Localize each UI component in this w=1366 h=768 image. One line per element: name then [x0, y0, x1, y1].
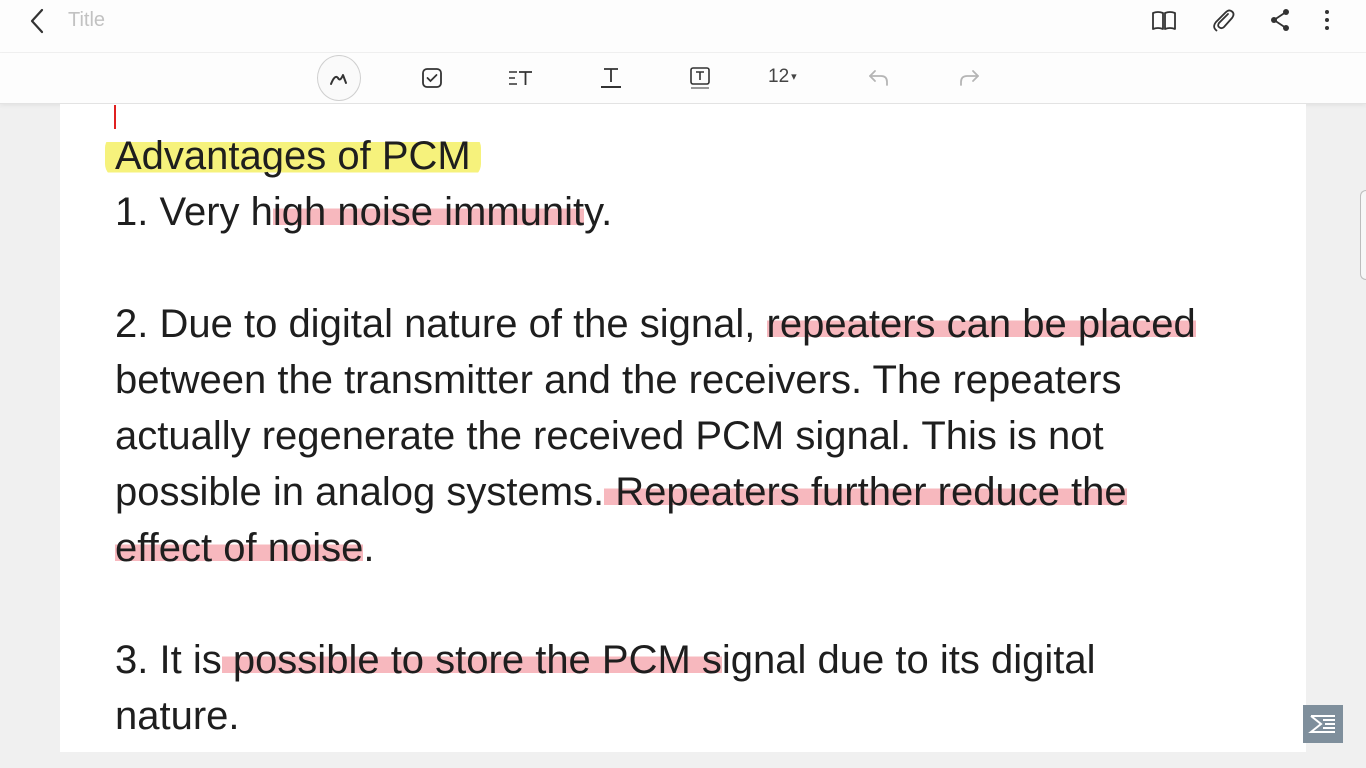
highlighted-text: possible to store the PCM s: [221, 638, 722, 682]
font-size-dropdown[interactable]: 12 ▾: [768, 66, 797, 88]
paperclip-icon[interactable]: [1209, 6, 1237, 34]
point-1-text-end: y.: [584, 190, 613, 234]
highlighted-text: effect of noise: [115, 526, 364, 570]
redo-icon[interactable]: [947, 53, 991, 103]
point-3-text-end: ignal due to its digital: [721, 638, 1096, 682]
text-cursor: [114, 105, 116, 129]
note-body[interactable]: Advantages of PCM 1. Very high noise imm…: [105, 128, 1295, 744]
point-2-text: possible in analog systems.: [115, 470, 605, 514]
text-style-icon[interactable]: [499, 53, 543, 103]
edge-panel-handle[interactable]: [1360, 190, 1366, 280]
undo-icon[interactable]: [857, 53, 901, 103]
text-underline-icon[interactable]: [589, 53, 633, 103]
font-size-value: 12: [768, 66, 790, 87]
highlighted-text: igh noise immunit: [272, 190, 585, 234]
pen-icon: [317, 55, 361, 101]
checkbox-icon[interactable]: [410, 53, 454, 103]
point-2-line-3: actually regenerate the received PCM sig…: [115, 414, 1104, 458]
point-2-text-end: .: [363, 526, 375, 570]
note-heading: Advantages of PCM: [105, 128, 1295, 184]
back-arrow-icon[interactable]: [24, 6, 52, 36]
book-icon[interactable]: [1150, 6, 1178, 34]
note-title-input[interactable]: Title: [68, 9, 105, 32]
top-app-bar: Title: [0, 0, 1366, 52]
point-2-line-2: between the transmitter and the receiver…: [115, 358, 1122, 402]
point-3-line-2: nature.: [115, 694, 240, 738]
chevron-down-icon: ▾: [791, 71, 797, 83]
channel-logo: [1303, 705, 1343, 743]
highlighted-text: repeaters can be placed: [766, 302, 1196, 346]
point-3-text: 3. It is: [115, 638, 222, 682]
formatting-toolbar: 12 ▾: [0, 53, 1366, 104]
more-vert-icon[interactable]: [1313, 6, 1341, 34]
heading-highlight: Advantages of PCM: [105, 134, 481, 178]
point-1: 1. Very high noise immunity.: [115, 184, 1295, 240]
point-2-line-5: effect of noise.: [115, 520, 1295, 576]
text-box-icon[interactable]: [678, 53, 722, 103]
point-2-text: 2. Due to digital nature of the signal,: [115, 302, 767, 346]
point-2-line-1: 2. Due to digital nature of the signal, …: [115, 296, 1295, 352]
point-1-text: 1. Very h: [115, 190, 273, 234]
share-icon[interactable]: [1266, 6, 1294, 34]
point-3-line-1: 3. It is possible to store the PCM signa…: [115, 632, 1295, 688]
point-2-line-4: possible in analog systems. Repeaters fu…: [115, 464, 1295, 520]
pen-tool-button[interactable]: [317, 53, 361, 103]
highlighted-text: Repeaters further reduce the: [604, 470, 1127, 514]
